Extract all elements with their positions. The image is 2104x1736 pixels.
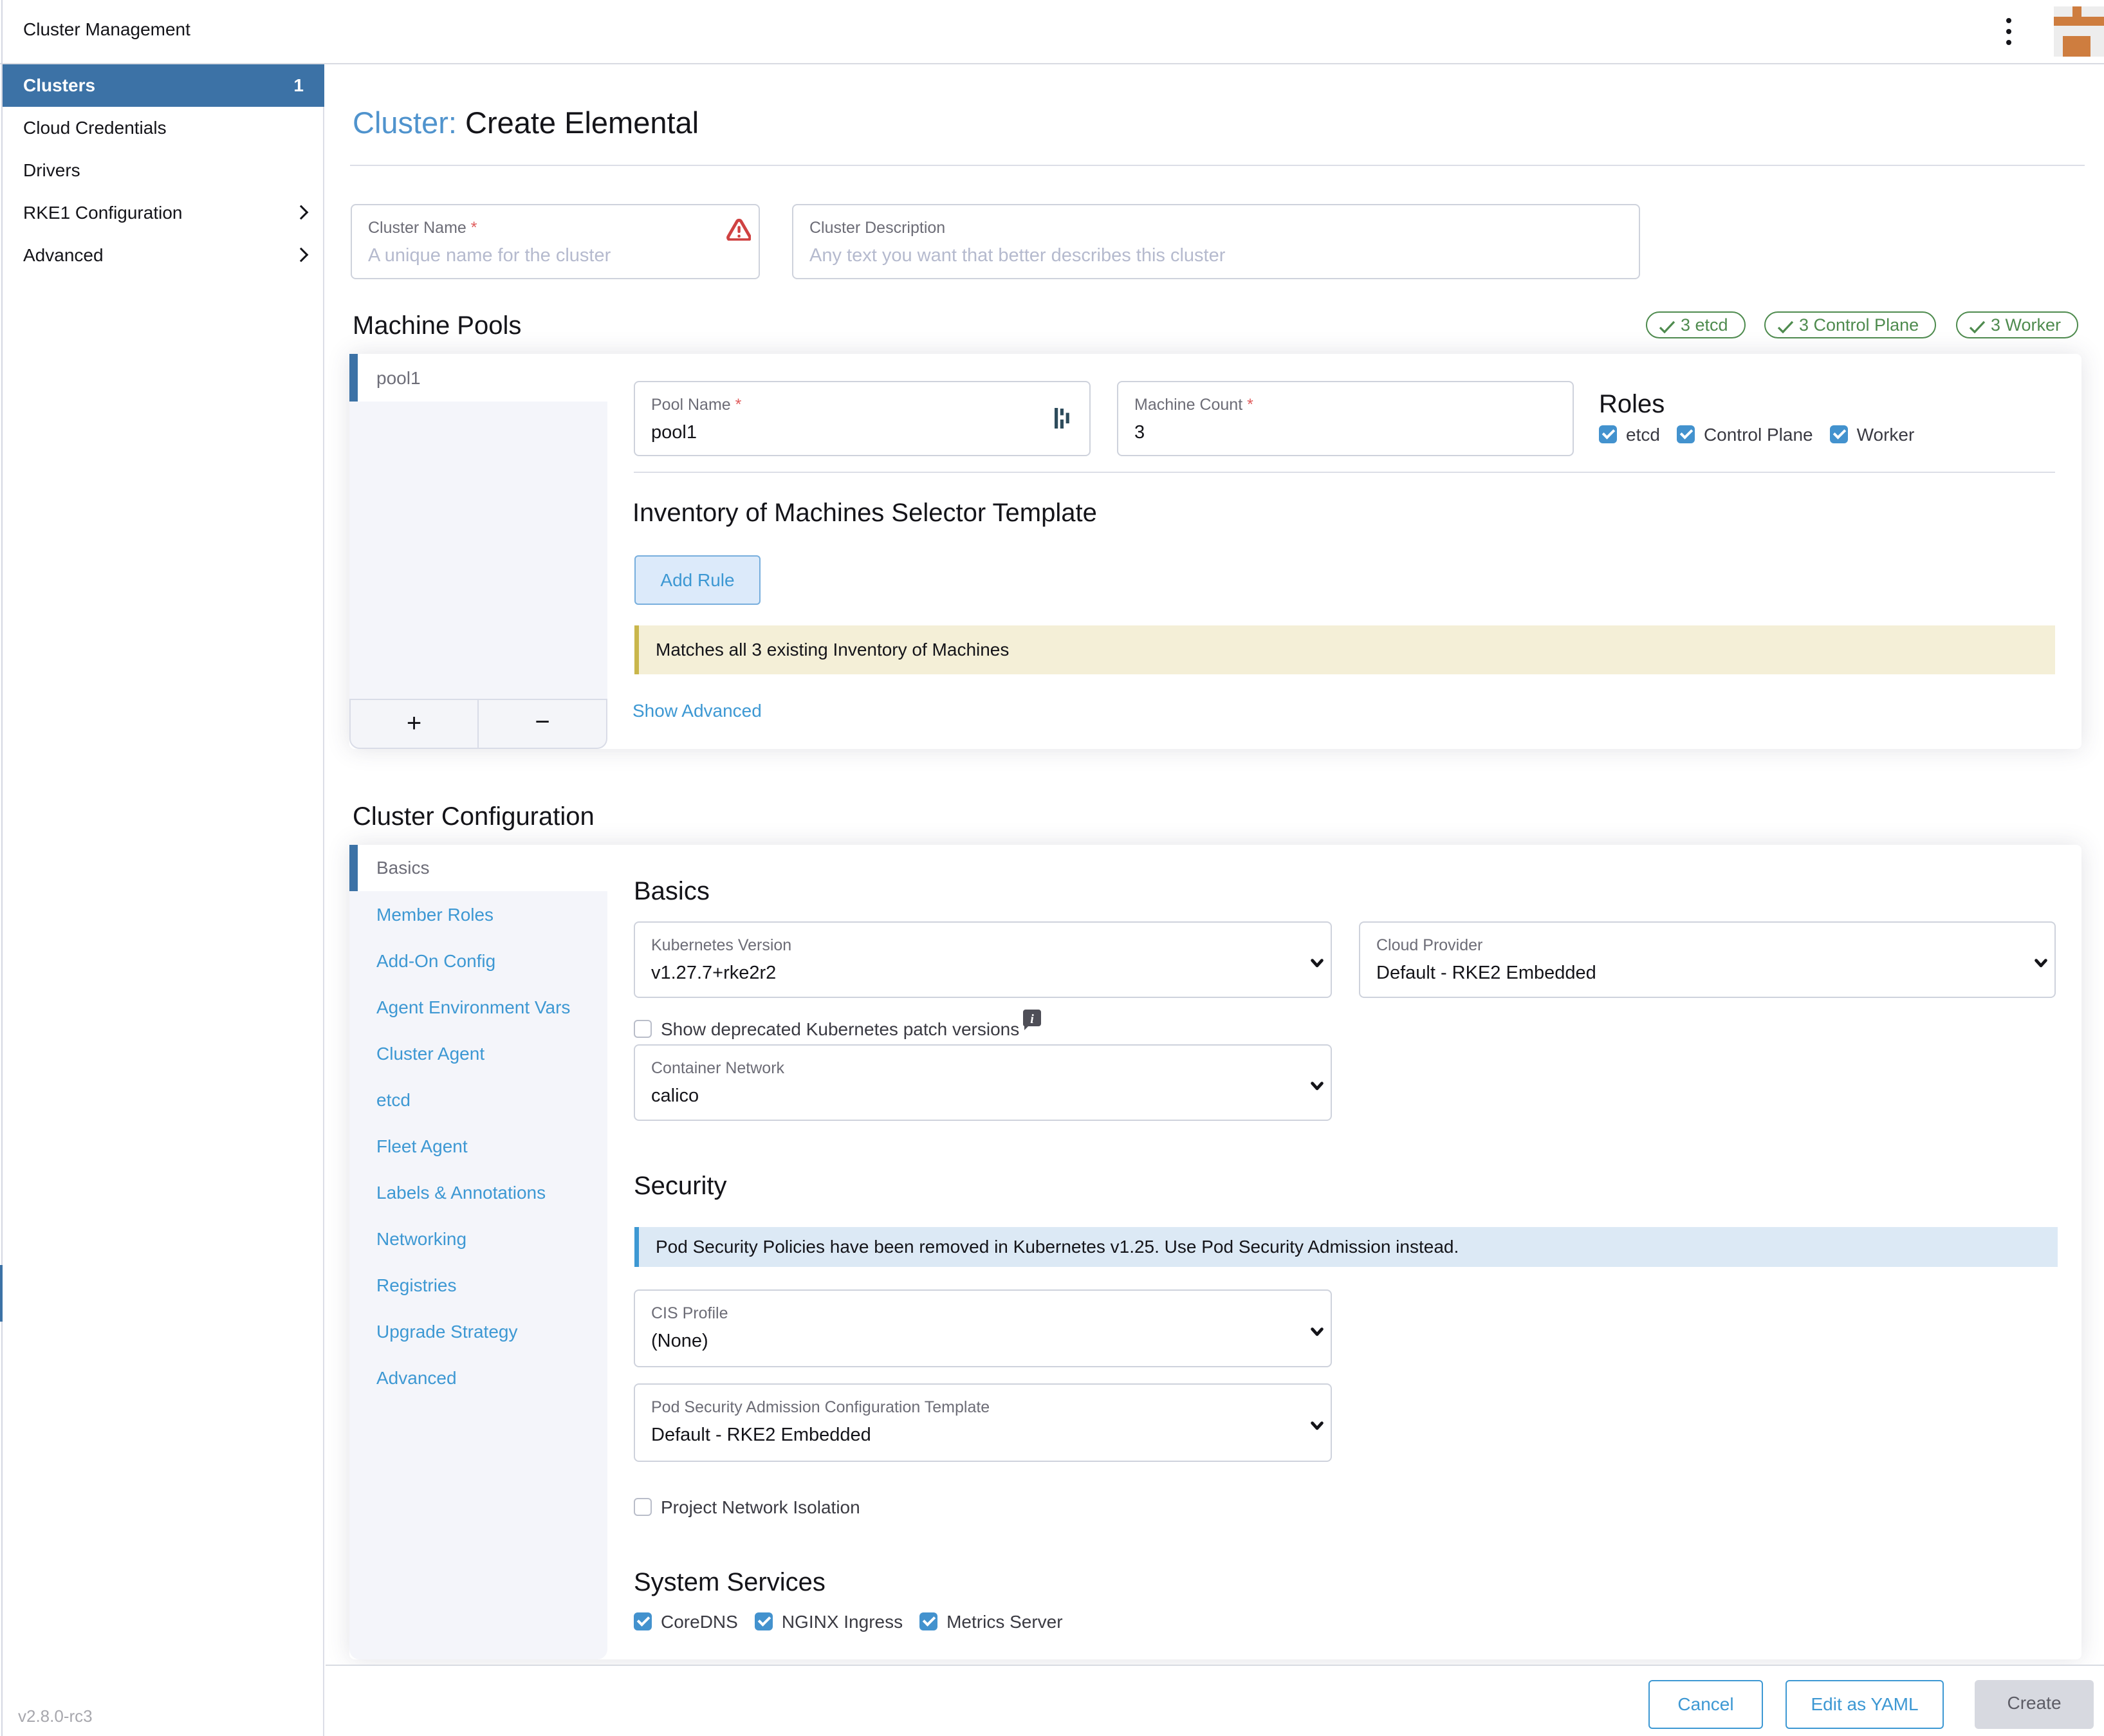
svg-text:i: i xyxy=(1030,1012,1034,1026)
